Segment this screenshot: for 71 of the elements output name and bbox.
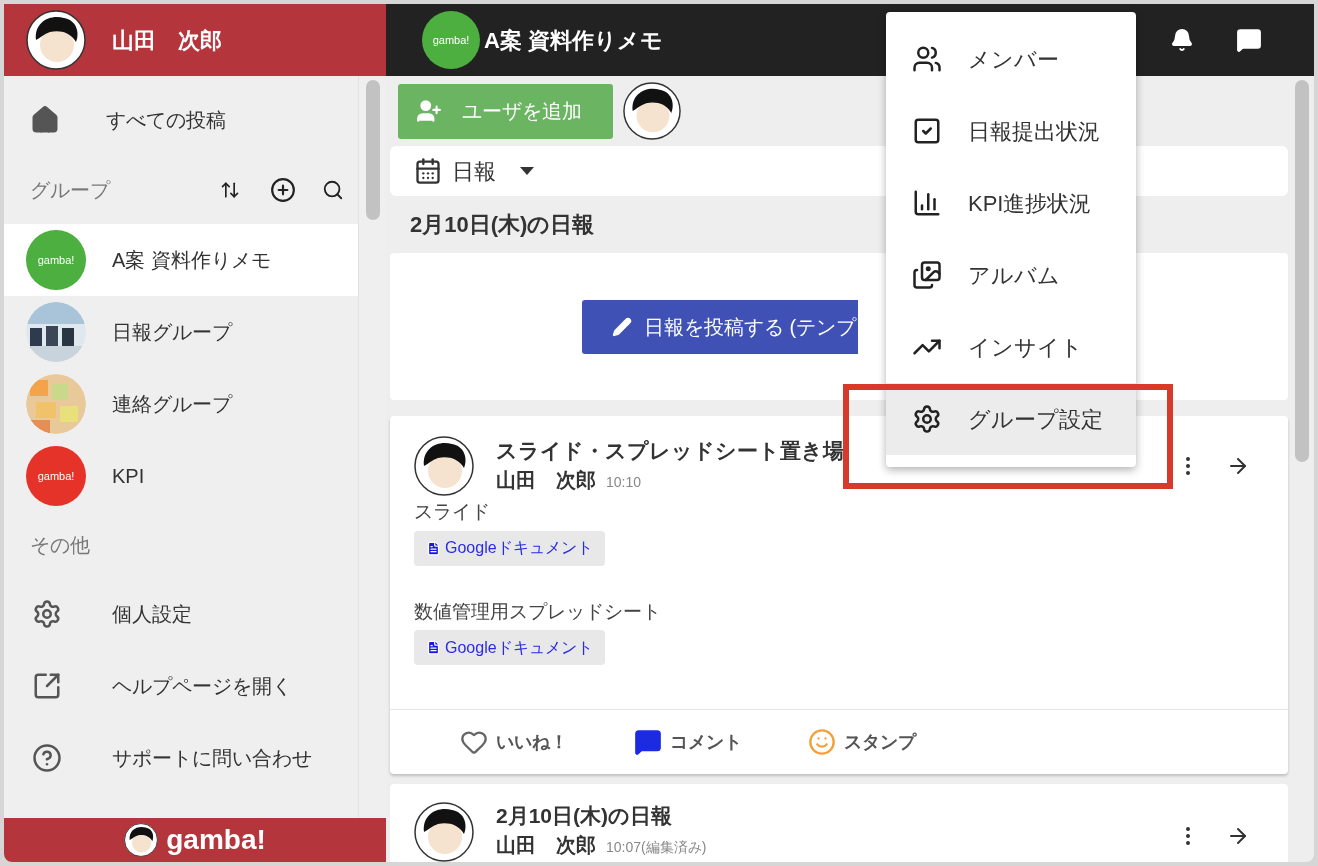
group-item[interactable]: 連絡グループ bbox=[4, 368, 358, 440]
external-link-icon bbox=[32, 671, 62, 701]
group-name: 日報グループ bbox=[112, 320, 232, 345]
photos-icon bbox=[912, 260, 942, 290]
scrollbar[interactable] bbox=[365, 80, 380, 220]
document-link[interactable]: Googleドキュメント bbox=[414, 630, 605, 665]
heart-icon bbox=[460, 728, 488, 756]
group-title: A案 資料作りメモ bbox=[484, 26, 664, 55]
help-icon bbox=[32, 743, 62, 773]
nav-item[interactable]: すべての投稿 bbox=[4, 84, 358, 156]
section-heading: グループ bbox=[30, 178, 112, 203]
group-item[interactable]: gamba! A案 資料作りメモ bbox=[4, 224, 358, 296]
author-name: 山田 次郎 bbox=[496, 833, 596, 858]
add-user-icon bbox=[416, 98, 442, 124]
menu-item[interactable]: 個人設定 bbox=[4, 578, 358, 650]
settings-icon bbox=[32, 599, 62, 629]
menu-item[interactable]: ヘルプページを開く bbox=[4, 650, 358, 722]
menu-item[interactable]: メンバー bbox=[886, 23, 1136, 95]
menu-item[interactable]: サポートに問い合わせ bbox=[4, 722, 358, 794]
notifications-icon[interactable] bbox=[1170, 28, 1194, 52]
group-item[interactable]: gamba! KPI bbox=[4, 440, 358, 512]
author-name: 山田 次郎 bbox=[496, 468, 596, 493]
logo-text: gamba! bbox=[37, 252, 75, 268]
section-heading: その他 bbox=[30, 533, 90, 558]
reaction-button[interactable]: いいね！ bbox=[460, 728, 568, 756]
post-time: 10:07(編集済み) bbox=[606, 838, 707, 857]
logo-text: gamba! bbox=[432, 32, 470, 48]
reaction-button[interactable]: コメント bbox=[634, 728, 742, 756]
post-time: 10:10 bbox=[606, 473, 642, 492]
calendar-icon bbox=[414, 157, 442, 186]
settings-icon bbox=[912, 404, 942, 434]
search-icon[interactable] bbox=[322, 179, 344, 201]
filter-dropdown[interactable]: 日報 bbox=[414, 154, 534, 188]
checkbox-icon bbox=[912, 116, 942, 146]
bar-chart-icon bbox=[912, 188, 942, 218]
logo-text: gamba! bbox=[37, 468, 75, 484]
smiley-icon bbox=[808, 728, 836, 756]
reaction-button[interactable]: スタンプ bbox=[808, 728, 916, 756]
menu-item[interactable]: インサイト bbox=[886, 311, 1136, 383]
menu-item[interactable]: アルバム bbox=[886, 239, 1136, 311]
mascot-avatar bbox=[124, 823, 159, 857]
people-icon bbox=[912, 44, 942, 74]
post-title: スライド・スプレッドシート置き場 bbox=[496, 438, 845, 464]
section-label: 数値管理用スプレッドシート bbox=[414, 599, 661, 624]
post-title: 2月10日(木)の日報 bbox=[496, 803, 674, 829]
author-avatar bbox=[414, 436, 474, 496]
section-label: スライド bbox=[414, 500, 490, 524]
group-item[interactable]: 日報グループ bbox=[4, 296, 358, 368]
footer-logo: gamba! bbox=[166, 823, 266, 857]
add-icon[interactable] bbox=[270, 177, 296, 203]
group-name: A案 資料作りメモ bbox=[112, 248, 271, 273]
post-report-button[interactable]: 日報を投稿する (テンプ bbox=[582, 299, 859, 354]
menu-item[interactable]: 日報提出状況 bbox=[886, 95, 1136, 167]
comment-icon bbox=[634, 728, 662, 756]
document-icon bbox=[426, 540, 441, 556]
home-icon bbox=[30, 105, 60, 135]
group-name: KPI bbox=[112, 464, 145, 489]
pencil-icon bbox=[612, 316, 632, 337]
date-heading: 2月10日(木)の日報 bbox=[410, 211, 595, 240]
menu-item[interactable]: グループ設定 bbox=[886, 383, 1136, 455]
sort-icon[interactable] bbox=[220, 180, 240, 200]
document-link[interactable]: Googleドキュメント bbox=[414, 530, 605, 566]
document-icon bbox=[426, 640, 441, 655]
member-avatar bbox=[623, 82, 681, 140]
scrollbar[interactable] bbox=[1295, 80, 1309, 462]
caret-icon bbox=[520, 167, 534, 176]
group-name: 連絡グループ bbox=[112, 392, 232, 417]
user-name: 山田 次郎 bbox=[112, 26, 222, 55]
chat-icon[interactable] bbox=[1236, 27, 1262, 53]
menu-item[interactable]: KPI進捗状況 bbox=[886, 167, 1136, 239]
user-avatar bbox=[26, 10, 86, 70]
